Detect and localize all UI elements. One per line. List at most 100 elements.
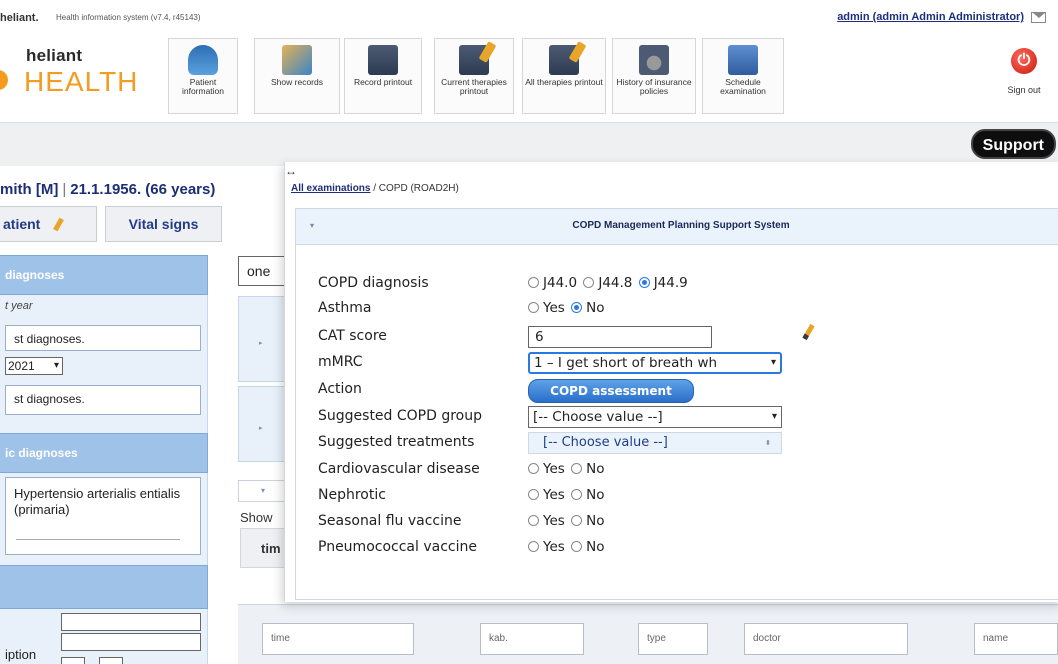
schedule-examination-label: Schedule examination bbox=[720, 77, 766, 96]
record-print-icon bbox=[368, 45, 398, 75]
radio-circle-selected bbox=[638, 277, 650, 288]
show-records-button[interactable]: Show records bbox=[254, 38, 340, 114]
filter-type-input[interactable]: type bbox=[638, 623, 708, 655]
admin-user-link[interactable]: admin (admin Admin Administrator) bbox=[837, 11, 1024, 23]
radio-circle bbox=[528, 489, 539, 500]
all-therapies-printout-button[interactable]: All therapies printout bbox=[522, 38, 606, 114]
tab-vital-signs[interactable]: Vital signs bbox=[105, 206, 222, 242]
record-printout-button[interactable]: Record printout bbox=[344, 38, 422, 114]
description-small-input-2[interactable] bbox=[99, 657, 123, 664]
filter-doctor-input[interactable]: doctor bbox=[744, 623, 908, 655]
suggested-group-value: [-- Choose value --] bbox=[533, 409, 663, 425]
patient-header: mith [M] | 21.1.1956. (66 years) bbox=[0, 181, 215, 198]
filter-time-input[interactable]: time bbox=[262, 623, 414, 655]
radio-cardio-no[interactable]: No bbox=[571, 461, 604, 477]
middle-select[interactable]: one bbox=[238, 256, 288, 286]
updown-caret-icon: ⬍ bbox=[765, 439, 771, 447]
chevron-down-icon: ▾ bbox=[770, 357, 776, 368]
nav-strip: Support bbox=[0, 122, 1058, 166]
radio-j44-8[interactable]: J44.8 bbox=[583, 275, 632, 291]
suggested-group-select[interactable]: [-- Choose value --] ▾ bbox=[528, 406, 782, 428]
filter-kab-input[interactable]: kab. bbox=[480, 623, 584, 655]
radio-flu-yes[interactable]: Yes bbox=[528, 513, 565, 529]
chevron-down-icon: ▾ bbox=[771, 411, 777, 422]
insurance-history-icon bbox=[639, 45, 669, 75]
pencil-icon[interactable] bbox=[53, 217, 65, 232]
radio-label: No bbox=[586, 539, 605, 555]
radio-pneumo-no[interactable]: No bbox=[571, 539, 604, 555]
radio-asthma-no[interactable]: No bbox=[571, 300, 604, 316]
patient-name[interactable]: mith [M] bbox=[0, 181, 58, 198]
schedule-examination-button[interactable]: Schedule examination bbox=[702, 38, 784, 114]
radio-circle bbox=[528, 463, 539, 474]
copd-panel-title: COPD Management Planning Support System bbox=[572, 220, 790, 231]
chronic-diagnoses-body: Hypertensio arterialis entialis (primari… bbox=[0, 473, 208, 565]
radio-asthma-yes[interactable]: Yes bbox=[528, 300, 565, 316]
mail-icon[interactable] bbox=[1031, 12, 1046, 23]
radio-circle bbox=[528, 515, 539, 526]
collapse-triangle-icon[interactable]: ▾ bbox=[310, 209, 314, 243]
diagnoses-panel-header[interactable]: diagnoses bbox=[0, 255, 208, 295]
insurance-history-label: History of insurance policies bbox=[616, 77, 692, 96]
description-input-top[interactable] bbox=[61, 613, 201, 631]
breadcrumb: All examinations / COPD (ROAD2H) bbox=[291, 183, 459, 194]
pneumococcal-vaccine-radios: Yes No bbox=[528, 539, 606, 555]
radio-j44-9[interactable]: J44.9 bbox=[638, 275, 688, 291]
collapse-triangle-icon[interactable]: ▾ bbox=[238, 480, 288, 502]
resize-handle-icon[interactable]: ↔ bbox=[285, 164, 297, 178]
radio-label: No bbox=[586, 513, 605, 529]
time-column-header[interactable]: tim bbox=[240, 528, 290, 568]
current-therapy-icon bbox=[459, 45, 489, 75]
radio-cardio-yes[interactable]: Yes bbox=[528, 461, 565, 477]
radio-circle bbox=[528, 277, 539, 288]
left-column: diagnoses t year st diagnoses. 2021 ▾ st … bbox=[0, 255, 208, 664]
system-name: Health information system (v7.4, r45143) bbox=[56, 13, 201, 22]
middle-block-2[interactable]: ▸ bbox=[238, 386, 288, 462]
description-small-input-1[interactable] bbox=[61, 657, 85, 664]
radio-nephrotic-no[interactable]: No bbox=[571, 487, 604, 503]
heliant-health-logo[interactable]: heliant HEALTH bbox=[0, 40, 180, 110]
radio-label: Yes bbox=[543, 300, 565, 316]
copd-panel-header[interactable]: ▾ COPD Management Planning Support Syste… bbox=[296, 209, 1058, 245]
all-therapy-icon bbox=[549, 45, 579, 75]
copd-diagnosis-label: COPD diagnosis bbox=[318, 275, 429, 291]
radio-circle-selected bbox=[571, 302, 583, 313]
all-examinations-link[interactable]: All examinations bbox=[291, 183, 370, 194]
radio-nephrotic-yes[interactable]: Yes bbox=[528, 487, 565, 503]
mmrc-select[interactable]: 1 – I get short of breath wh ▾ bbox=[528, 352, 782, 374]
chronic-diagnoses-panel-header[interactable]: ic diagnoses bbox=[0, 433, 208, 473]
support-button[interactable]: Support bbox=[970, 129, 1056, 159]
patient-icon bbox=[188, 45, 218, 75]
schedule-icon bbox=[728, 45, 758, 75]
radio-circle bbox=[571, 489, 583, 500]
patient-information-button[interactable]: Patient information bbox=[168, 38, 238, 114]
pencil-icon[interactable] bbox=[802, 323, 815, 341]
middle-block-1[interactable]: ▸ bbox=[238, 296, 288, 382]
year-select[interactable]: 2021 ▾ bbox=[5, 357, 63, 375]
current-therapies-printout-button[interactable]: Current therapies printout bbox=[434, 38, 514, 114]
suggested-group-label: Suggested COPD group bbox=[318, 408, 483, 424]
filter-row: time kab. type doctor name bbox=[238, 604, 1058, 664]
divider bbox=[16, 539, 180, 540]
year-row: t year bbox=[0, 295, 208, 321]
suggested-treatments-multiselect[interactable]: [-- Choose value --] ⬍ bbox=[528, 432, 782, 454]
third-panel-header[interactable] bbox=[0, 565, 208, 609]
description-input[interactable] bbox=[61, 633, 201, 651]
radio-label: No bbox=[586, 461, 605, 477]
insurance-history-button[interactable]: History of insurance policies bbox=[612, 38, 696, 114]
cat-score-input[interactable]: 6 bbox=[528, 326, 712, 348]
logo-dot-icon bbox=[0, 70, 8, 90]
radio-circle bbox=[571, 515, 583, 526]
copd-assessment-button[interactable]: COPD assessment bbox=[528, 379, 694, 403]
radio-pneumo-yes[interactable]: Yes bbox=[528, 539, 565, 555]
radio-circle bbox=[528, 541, 539, 552]
radio-flu-no[interactable]: No bbox=[571, 513, 604, 529]
filter-name-input[interactable]: name bbox=[974, 623, 1058, 655]
tab-patient[interactable]: atient bbox=[0, 206, 97, 242]
radio-j44-0[interactable]: J44.0 bbox=[528, 275, 577, 291]
radio-label: Yes bbox=[543, 539, 565, 555]
power-icon: ⏻ bbox=[1011, 48, 1037, 74]
action-label: Action bbox=[318, 381, 362, 397]
radio-label: J44.9 bbox=[653, 275, 688, 291]
sign-out-button[interactable]: ⏻ Sign out bbox=[996, 40, 1052, 112]
